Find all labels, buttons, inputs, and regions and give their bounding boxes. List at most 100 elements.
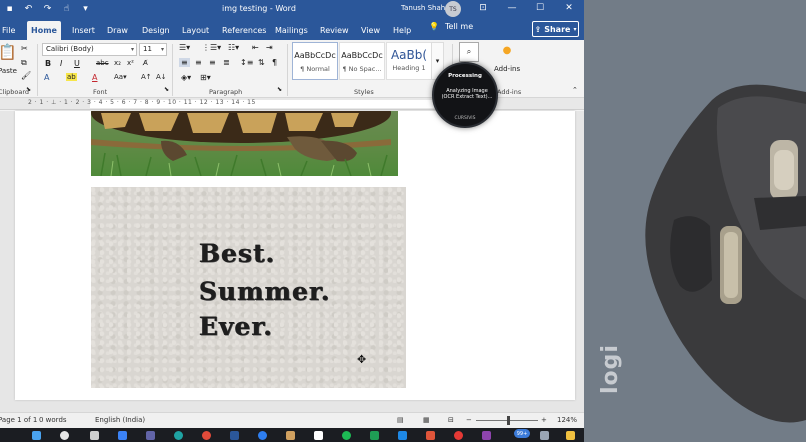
multilevel-list-icon[interactable]: ☷▾ (228, 43, 239, 52)
word-icon[interactable] (230, 431, 239, 440)
title-bar: ▪ ↶ ↷ ☝ ▾ img testing - Word Tanush Shah… (0, 0, 584, 18)
tab-file[interactable]: File (0, 21, 19, 40)
print-layout-icon[interactable]: ▦ (423, 416, 430, 424)
tab-mailings[interactable]: Mailings (271, 21, 312, 40)
undo-icon[interactable]: ↶ (23, 3, 34, 14)
clear-formatting-icon[interactable]: A̸ (143, 59, 148, 67)
tab-help[interactable]: Help (389, 21, 415, 40)
change-case-icon[interactable]: Aa▾ (114, 73, 127, 81)
zoom-slider-thumb[interactable] (507, 416, 510, 425)
addins-icon[interactable]: ● (500, 45, 514, 59)
avatar[interactable]: TS (445, 1, 461, 17)
web-layout-icon[interactable]: ⊟ (448, 416, 454, 424)
align-right-icon[interactable]: ≡ (209, 58, 216, 67)
font-launcher-icon[interactable]: ⬊ (164, 86, 169, 93)
redo-icon[interactable]: ↷ (42, 3, 53, 14)
page-count[interactable]: Page 1 of 1 (0, 416, 37, 424)
app-icon[interactable] (286, 431, 295, 440)
search-icon[interactable]: ⌕ (459, 42, 479, 62)
share-button[interactable]: ⇪ Share ▾ (532, 21, 579, 37)
style-heading-1[interactable]: AaBb( Heading 1 (386, 42, 432, 80)
app-icon[interactable] (398, 431, 407, 440)
tab-references[interactable]: References (218, 21, 270, 40)
tab-insert[interactable]: Insert (68, 21, 99, 40)
ribbon-display-icon[interactable]: ⊡ (476, 1, 490, 15)
notification-badge[interactable]: 99+ (514, 429, 530, 438)
app-icon[interactable] (482, 431, 491, 440)
cut-icon[interactable]: ✂ (21, 44, 28, 53)
user-name[interactable]: Tanush Shah (401, 4, 445, 12)
italic-icon[interactable]: I (60, 59, 62, 68)
underline-icon[interactable]: U (74, 59, 80, 68)
collapse-ribbon-icon[interactable]: ⌃ (572, 86, 578, 94)
app-icon[interactable] (258, 431, 267, 440)
start-icon[interactable] (32, 431, 41, 440)
style-normal[interactable]: AaBbCcDc ¶ Normal (292, 42, 338, 80)
tab-review[interactable]: Review (316, 21, 353, 40)
read-mode-icon[interactable]: ▤ (397, 416, 404, 424)
strikethrough-icon[interactable]: abc (96, 59, 109, 67)
bold-icon[interactable]: B (45, 59, 51, 68)
app-icon[interactable] (540, 431, 549, 440)
word-count[interactable]: 0 words (39, 416, 67, 424)
app-icon[interactable] (118, 431, 127, 440)
text-effects-icon[interactable]: A (44, 73, 49, 82)
save-icon[interactable]: ▪ (4, 3, 15, 14)
tab-draw[interactable]: Draw (103, 21, 132, 40)
tell-me-box[interactable]: 💡 Tell me (429, 22, 473, 31)
grow-font-icon[interactable]: A↑ (141, 73, 152, 81)
copy-icon[interactable]: ⧉ (21, 58, 27, 68)
zoom-in-icon[interactable]: + (541, 416, 547, 424)
show-marks-icon[interactable]: ¶ (272, 58, 277, 67)
align-center-icon[interactable]: ≡ (195, 58, 202, 67)
app-icon[interactable] (566, 431, 575, 440)
font-color-icon[interactable]: A (92, 73, 97, 82)
sort-icon[interactable]: ⇅ (258, 58, 265, 67)
tab-view[interactable]: View (357, 21, 384, 40)
language-indicator[interactable]: English (India) (95, 416, 145, 424)
line-spacing-icon[interactable]: ↕≡ (240, 58, 253, 67)
numbering-icon[interactable]: ⋮☰▾ (202, 43, 221, 52)
addins-button[interactable]: Add-ins (494, 65, 520, 73)
superscript-icon[interactable]: x² (127, 59, 134, 67)
tab-design[interactable]: Design (138, 21, 174, 40)
document-page[interactable]: Best. Summer. Ever. (15, 111, 575, 400)
excel-icon[interactable] (370, 431, 379, 440)
decrease-indent-icon[interactable]: ⇤ (252, 43, 259, 52)
shrink-font-icon[interactable]: A↓ (156, 73, 167, 81)
maximize-icon[interactable]: ☐ (533, 1, 547, 15)
format-painter-icon[interactable]: 🖌 (21, 71, 31, 80)
zoom-out-icon[interactable]: − (466, 416, 472, 424)
shading-icon[interactable]: ◈▾ (181, 73, 191, 82)
font-name-dropdown[interactable]: Calibri (Body) ▾ (42, 43, 137, 56)
paste-label[interactable]: Paste (0, 67, 17, 75)
font-size-dropdown[interactable]: 11 ▾ (139, 43, 167, 56)
increase-indent-icon[interactable]: ⇥ (266, 43, 273, 52)
task-view-icon[interactable] (90, 431, 99, 440)
app-icon[interactable] (454, 431, 463, 440)
touch-mode-icon[interactable]: ☝ (61, 3, 72, 14)
customize-qat-icon[interactable]: ▾ (80, 3, 91, 14)
close-icon[interactable]: ✕ (562, 1, 576, 15)
paragraph-launcher-icon[interactable]: ⬊ (277, 86, 282, 93)
spotify-icon[interactable] (342, 431, 351, 440)
app-icon[interactable] (314, 431, 323, 440)
minimize-icon[interactable]: — (505, 1, 519, 15)
borders-icon[interactable]: ⊞▾ (200, 73, 211, 82)
subscript-icon[interactable]: x₂ (114, 59, 121, 67)
align-left-icon[interactable]: ≡ (179, 58, 190, 67)
edge-icon[interactable] (174, 431, 183, 440)
search-icon[interactable] (60, 431, 69, 440)
zoom-level[interactable]: 124% (557, 416, 577, 424)
tab-layout[interactable]: Layout (178, 21, 213, 40)
style-no-spacing[interactable]: AaBbCcDc ¶ No Spac... (339, 42, 385, 80)
clipboard-launcher-icon[interactable]: ⬊ (26, 86, 31, 93)
bullets-icon[interactable]: ☰▾ (179, 43, 190, 52)
chrome-icon[interactable] (202, 431, 211, 440)
tab-home[interactable]: Home (27, 21, 61, 40)
justify-icon[interactable]: ≣ (223, 58, 230, 67)
app-icon[interactable] (426, 431, 435, 440)
teams-icon[interactable] (146, 431, 155, 440)
highlight-icon[interactable]: ab (66, 73, 77, 81)
turtle-image[interactable] (91, 111, 398, 176)
